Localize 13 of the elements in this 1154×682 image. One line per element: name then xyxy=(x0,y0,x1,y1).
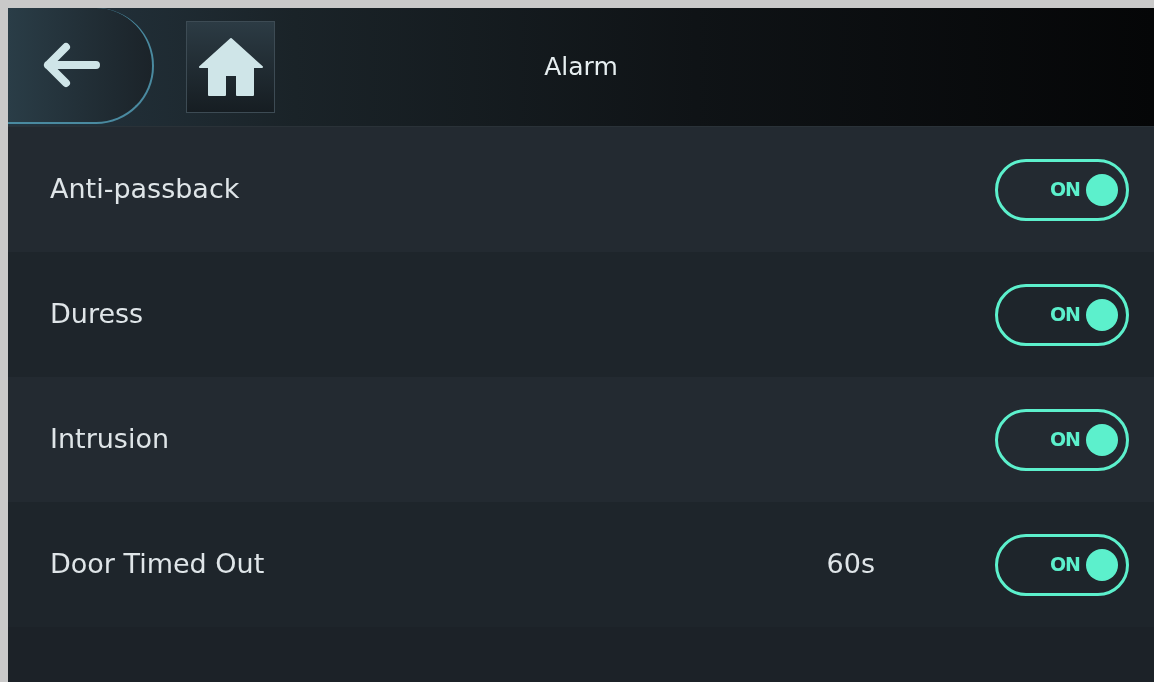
setting-label: Anti-passback xyxy=(50,173,240,205)
setting-label: Duress xyxy=(50,298,144,330)
setting-label: Door Timed Out xyxy=(50,548,265,580)
toggle-switch[interactable]: ON xyxy=(995,533,1129,596)
home-icon xyxy=(197,37,264,97)
setting-value: 60s xyxy=(826,547,875,582)
toggle-switch[interactable]: ON xyxy=(995,283,1129,346)
toggle-switch[interactable]: ON xyxy=(995,408,1129,471)
back-button[interactable] xyxy=(8,8,154,124)
toggle-switch[interactable]: ON xyxy=(995,158,1129,221)
screen-title: Alarm xyxy=(544,52,618,82)
setting-label: Intrusion xyxy=(50,423,170,455)
home-button[interactable] xyxy=(186,21,275,113)
